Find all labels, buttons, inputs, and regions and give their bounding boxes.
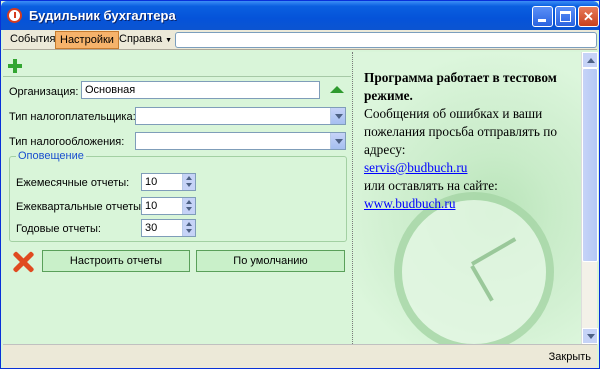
info-text: Программа работает в тестовом режиме. Со…	[364, 69, 574, 213]
monthly-reports-value: 10	[145, 176, 158, 188]
feedback-text: Сообщения об ошибках и ваши пожелания пр…	[364, 106, 558, 157]
menu-settings[interactable]: Настройки	[55, 31, 119, 49]
stepper-down-icon[interactable]	[186, 229, 192, 233]
scroll-up-icon[interactable]	[582, 52, 598, 68]
menu-empty-field	[175, 32, 597, 48]
title-bar[interactable]: Будильник бухгалтера ✕	[1, 1, 599, 30]
quarterly-reports-value: 10	[145, 200, 158, 212]
yearly-reports-stepper[interactable]: 30	[141, 219, 196, 237]
stepper-down-icon[interactable]	[186, 183, 192, 187]
monthly-reports-stepper[interactable]: 10	[141, 173, 196, 191]
chevron-down-icon[interactable]	[330, 108, 345, 124]
notification-group-title: Оповещение	[16, 150, 86, 162]
delete-icon[interactable]	[12, 251, 34, 273]
monthly-reports-label: Ежемесячные отчеты:	[16, 177, 130, 189]
site-link[interactable]: www.budbuch.ru	[364, 196, 455, 211]
chevron-down-icon[interactable]	[330, 133, 345, 149]
defaults-button[interactable]: По умолчанию	[196, 250, 345, 272]
settings-toolbar	[3, 55, 351, 77]
menu-help-label: Справка	[119, 33, 163, 45]
settings-panel: Организация: Основная Тип налогоплательщ…	[3, 52, 351, 344]
menu-help[interactable]: Справка ▼	[115, 31, 176, 49]
taxation-type-select[interactable]	[135, 132, 346, 150]
stepper-up-icon[interactable]	[186, 200, 192, 204]
stepper-up-icon[interactable]	[186, 176, 192, 180]
close-button[interactable]: Закрыть	[549, 351, 591, 363]
notification-group: Оповещение Ежемесячные отчеты: 10 Ежеква…	[9, 150, 347, 242]
organization-label: Организация:	[9, 86, 79, 98]
taxation-type-label: Тип налогообложения:	[9, 136, 125, 148]
stepper-up-icon[interactable]	[186, 222, 192, 226]
email-link[interactable]: servis@budbuch.ru	[364, 160, 467, 175]
alarm-clock-icon	[7, 8, 22, 23]
dropdown-arrow-icon: ▼	[165, 37, 173, 44]
configure-reports-button[interactable]: Настроить отчеты	[42, 250, 190, 272]
minimize-button[interactable]	[532, 6, 553, 27]
taxpayer-type-label: Тип налогоплательщика:	[9, 111, 136, 123]
app-window: Будильник бухгалтера ✕ События Настройки…	[0, 0, 600, 369]
menu-bar: События Настройки Справка ▼	[3, 30, 597, 50]
minimize-icon	[538, 19, 546, 22]
test-mode-notice: Программа работает в тестовом режиме.	[364, 70, 557, 103]
add-icon[interactable]	[8, 59, 22, 73]
site-text: или оставлять на сайте:	[364, 178, 498, 193]
maximize-icon	[560, 11, 571, 22]
scroll-down-icon[interactable]	[582, 328, 598, 344]
taxpayer-type-select[interactable]	[135, 107, 346, 125]
close-window-button[interactable]: ✕	[578, 6, 599, 27]
close-icon: ✕	[583, 9, 594, 24]
maximize-button[interactable]	[555, 6, 576, 27]
info-scrollbar[interactable]	[581, 52, 598, 344]
menu-events[interactable]: События	[6, 31, 59, 49]
stepper-buttons[interactable]	[182, 220, 195, 236]
window-title: Будильник бухгалтера	[29, 8, 176, 23]
panel-splitter[interactable]	[352, 52, 353, 344]
stepper-buttons[interactable]	[182, 174, 195, 190]
stepper-buttons[interactable]	[182, 198, 195, 214]
quarterly-reports-label: Ежеквартальные отчеты:	[16, 201, 145, 213]
yearly-reports-value: 30	[145, 222, 158, 234]
status-bar: Закрыть	[3, 344, 597, 368]
stepper-down-icon[interactable]	[186, 207, 192, 211]
yearly-reports-label: Годовые отчеты:	[16, 223, 101, 235]
scroll-thumb[interactable]	[582, 68, 598, 262]
collapse-up-icon[interactable]	[330, 86, 344, 93]
info-panel: Программа работает в тестовом режиме. Со…	[354, 52, 581, 344]
organization-field[interactable]: Основная	[81, 81, 320, 99]
quarterly-reports-stepper[interactable]: 10	[141, 197, 196, 215]
